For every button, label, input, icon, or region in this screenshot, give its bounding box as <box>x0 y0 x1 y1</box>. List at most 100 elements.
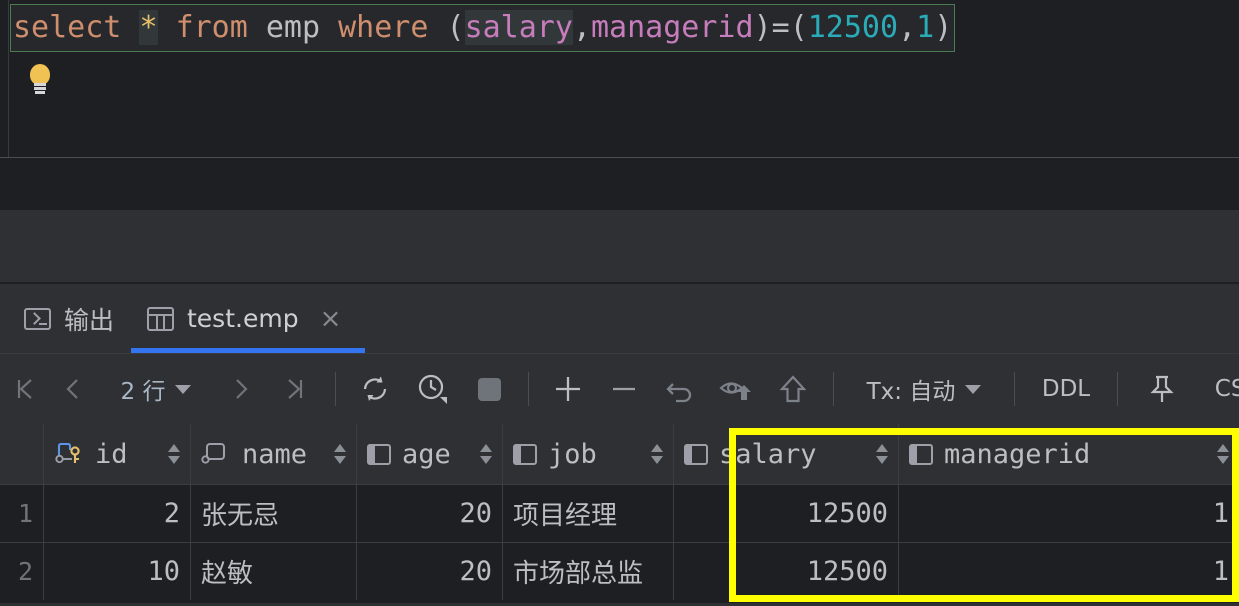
refresh-button[interactable] <box>347 354 403 424</box>
sql-token: from <box>175 10 248 45</box>
last-page-button[interactable] <box>266 354 324 424</box>
column-header-name[interactable]: name <box>191 424 357 484</box>
toolbar-divider-5 <box>1117 372 1118 406</box>
sql-token: ) <box>934 10 953 45</box>
column-icon <box>684 443 708 465</box>
sql-statement-text: select * from emp where (salary,manageri… <box>13 6 952 50</box>
grid-header-row: id name age job salary managerid <box>0 424 1239 484</box>
toolbar-divider <box>335 372 336 406</box>
result-grid-toolbar: 2 行 Tx: 自动 DDL CS <box>0 354 1239 424</box>
pin-button[interactable] <box>1129 354 1195 424</box>
delete-row-button[interactable] <box>596 354 652 424</box>
column-header-id[interactable]: id <box>44 424 191 484</box>
editor-filler-area <box>0 158 1239 210</box>
sql-token: 12500 <box>807 10 899 45</box>
stop-button[interactable] <box>461 354 517 424</box>
toolbar-divider-4 <box>1014 372 1015 406</box>
column-header-age-label: age <box>402 438 451 470</box>
column-header-job[interactable]: job <box>503 424 674 484</box>
sql-statement-line[interactable]: select * from emp where (salary,manageri… <box>10 4 956 52</box>
sql-token: ( <box>446 10 465 45</box>
primary-key-column-icon <box>54 441 84 467</box>
tab-test-emp-label: test.emp <box>187 304 299 333</box>
column-icon <box>513 443 537 465</box>
table-row[interactable]: 1 2 张无忌 20 项目经理 12500 1 <box>0 484 1239 542</box>
row-number: 1 <box>0 485 44 542</box>
sort-toggle-icon[interactable] <box>876 443 888 465</box>
cell-age[interactable]: 20 <box>357 543 503 600</box>
column-header-age[interactable]: age <box>357 424 503 484</box>
history-button[interactable] <box>403 354 461 424</box>
column-header-id-label: id <box>95 438 128 470</box>
sql-token: emp <box>265 10 321 45</box>
sort-toggle-icon[interactable] <box>651 443 663 465</box>
row-count-selector[interactable]: 2 行 <box>96 354 216 424</box>
row-count-label: 2 行 <box>120 379 166 405</box>
csv-label: CSV <box>1214 376 1239 402</box>
column-icon <box>367 443 391 465</box>
submit-button[interactable] <box>764 354 822 424</box>
indexed-column-icon <box>201 441 231 467</box>
sql-token: * <box>139 10 158 45</box>
column-header-managerid-label: managerid <box>944 438 1091 470</box>
sql-token: 1 <box>916 10 935 45</box>
previous-page-button[interactable] <box>50 354 96 424</box>
transaction-mode-selector[interactable]: Tx: 自动 <box>845 354 1003 424</box>
column-header-salary[interactable]: salary <box>674 424 899 484</box>
tab-output[interactable]: 输出 <box>8 284 130 353</box>
tool-window-header-area <box>0 210 1239 282</box>
column-header-managerid[interactable]: managerid <box>899 424 1239 484</box>
sql-token: select <box>13 10 122 45</box>
sort-toggle-icon[interactable] <box>480 443 492 465</box>
sort-toggle-icon[interactable] <box>1217 443 1229 465</box>
cell-id[interactable]: 2 <box>44 485 191 542</box>
add-row-button[interactable] <box>540 354 596 424</box>
toolbar-divider-2 <box>528 372 529 406</box>
sql-token: managerid <box>591 10 754 45</box>
tab-test-emp[interactable]: test.emp × <box>131 284 357 353</box>
first-page-button[interactable] <box>0 354 50 424</box>
table-row[interactable]: 2 10 赵敏 20 市场部总监 12500 1 <box>0 542 1239 600</box>
cell-managerid[interactable]: 1 <box>899 485 1239 542</box>
column-header-salary-label: salary <box>719 438 817 470</box>
sql-token: , <box>898 10 917 45</box>
preview-submit-button[interactable] <box>708 354 764 424</box>
cell-age[interactable]: 20 <box>357 485 503 542</box>
sql-token: where <box>338 10 429 45</box>
stop-icon <box>477 377 501 401</box>
cell-salary[interactable]: 12500 <box>674 485 899 542</box>
export-format-selector[interactable]: CSV <box>1195 354 1239 424</box>
sort-toggle-icon[interactable] <box>168 443 180 465</box>
toolbar-divider-3 <box>833 372 834 406</box>
lightbulb-icon[interactable] <box>27 64 53 94</box>
cell-job[interactable]: 市场部总监 <box>503 543 674 600</box>
column-header-job-label: job <box>548 438 597 470</box>
chevron-down-icon <box>175 384 192 394</box>
console-icon <box>24 307 51 330</box>
cell-name[interactable]: 赵敏 <box>191 543 357 600</box>
cell-job[interactable]: 项目经理 <box>503 485 674 542</box>
sort-toggle-icon[interactable] <box>334 443 346 465</box>
result-data-grid: id name age job salary managerid 1 2 张无忌… <box>0 424 1239 606</box>
sql-token: = <box>771 10 790 45</box>
revert-button[interactable] <box>652 354 708 424</box>
cell-name[interactable]: 张无忌 <box>191 485 357 542</box>
sql-editor-panel[interactable]: select * from emp where (salary,manageri… <box>0 0 1239 158</box>
ddl-button[interactable]: DDL <box>1026 354 1106 424</box>
close-icon[interactable]: × <box>320 306 342 332</box>
cell-managerid[interactable]: 1 <box>899 543 1239 600</box>
cell-salary[interactable]: 12500 <box>674 543 899 600</box>
tab-output-label: 输出 <box>64 305 115 335</box>
database-query-result-screen: select * from emp where ( salary, manageri… <box>0 0 1239 606</box>
sql-token: ) <box>753 10 772 45</box>
column-icon <box>909 443 933 465</box>
row-number: 2 <box>0 543 44 600</box>
result-tab-bar: 输出 test.emp × <box>0 284 1239 353</box>
cell-id[interactable]: 10 <box>44 543 191 600</box>
column-header-name-label: name <box>242 438 308 470</box>
ddl-label: DDL <box>1041 376 1091 402</box>
next-page-button[interactable] <box>216 354 266 424</box>
